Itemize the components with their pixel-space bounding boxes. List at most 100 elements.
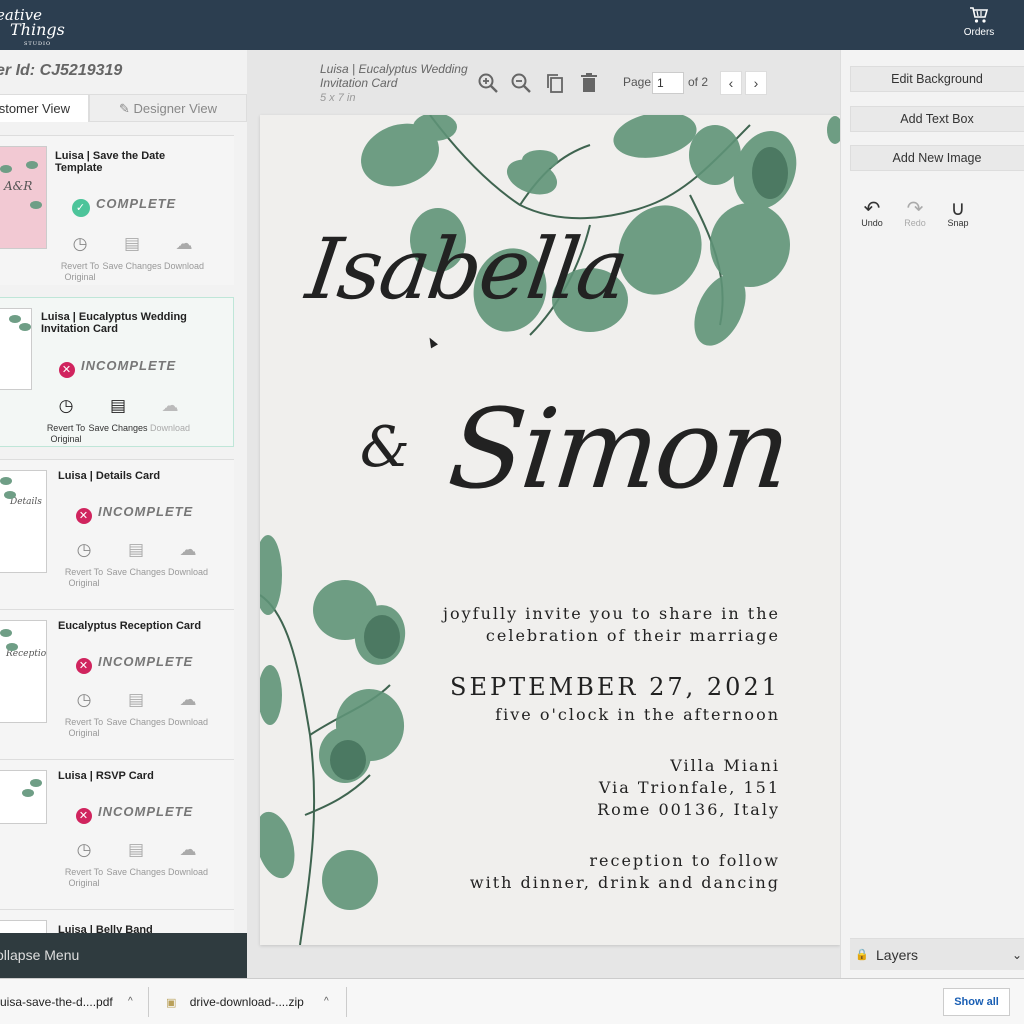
layers-panel-toggle[interactable]: 🔒 Layers ⌄ bbox=[850, 938, 1024, 970]
ampersand[interactable]: & bbox=[360, 415, 410, 480]
card-actions: ◷ Revert To Original ▤ Save Changes ☁ Downl… bbox=[49, 691, 229, 744]
logo-line-2: Things bbox=[10, 20, 65, 39]
divider bbox=[346, 987, 347, 1017]
snap-label: Snap bbox=[947, 218, 969, 228]
page-number-input[interactable] bbox=[652, 72, 684, 94]
venue-street[interactable]: Via Trionfale, 151 bbox=[599, 778, 780, 797]
bride-name[interactable]: Isabella bbox=[301, 220, 632, 318]
revert-label: Revert To Original bbox=[64, 717, 104, 738]
redo-button[interactable]: ↷ Redo bbox=[900, 196, 930, 228]
card-item-active[interactable]: Luisa | Eucalyptus Wedding Invitation Ca… bbox=[0, 297, 234, 447]
edit-background-button[interactable]: Edit Background bbox=[850, 66, 1024, 92]
download-button[interactable]: ☁ Download bbox=[153, 691, 223, 728]
card-actions: ◷ Revert To Original ▤ Save Changes ☁ Downl… bbox=[49, 841, 229, 894]
download-item-zip[interactable]: ▣ drive-download-....zip ^ bbox=[166, 983, 347, 1021]
trash-icon bbox=[581, 73, 597, 92]
card-item[interactable]: Luisa | RSVP Card ✕ INCOMPLETE ◷ Revert To… bbox=[0, 759, 234, 909]
brand-logo[interactable]: eative Things STUDIO bbox=[0, 4, 70, 48]
download-label: Download bbox=[167, 717, 209, 727]
chevron-up-icon[interactable]: ^ bbox=[128, 983, 133, 1021]
downloads-bar: uisa-save-the-d....pdf ^ ▣ drive-downloa… bbox=[0, 978, 1024, 1024]
thumb-text: A&R bbox=[4, 179, 33, 193]
download-button[interactable]: ☁ Download bbox=[153, 540, 223, 578]
zoom-out-button[interactable] bbox=[510, 72, 534, 96]
add-new-image-button[interactable]: Add New Image bbox=[850, 145, 1024, 171]
tab-customer-view[interactable]: stomer View bbox=[0, 94, 89, 122]
editor-canvas-area: Luisa | Eucalyptus Wedding Invitation Ca… bbox=[247, 50, 840, 978]
zoom-in-icon bbox=[478, 73, 498, 93]
invite-line-1[interactable]: joyfully invite you to share in the bbox=[443, 604, 780, 623]
download-label: Download bbox=[149, 423, 191, 433]
download-label: Download bbox=[167, 867, 209, 877]
reception-line-1[interactable]: reception to follow bbox=[589, 851, 780, 870]
card-thumbnail: Reception bbox=[0, 620, 47, 723]
prev-page-button[interactable]: ‹ bbox=[720, 71, 742, 95]
show-all-downloads-button[interactable]: Show all bbox=[943, 988, 1010, 1016]
wedding-date[interactable]: SEPTEMBER 27, 2021 bbox=[450, 673, 780, 701]
view-tabs: stomer View ✎ Designer View bbox=[0, 94, 247, 122]
check-icon: ✓ bbox=[72, 199, 90, 217]
invite-line-2[interactable]: celebration of their marriage bbox=[486, 626, 780, 645]
file-icon: ▣ bbox=[166, 997, 177, 1009]
venue-name[interactable]: Villa Miani bbox=[670, 756, 780, 775]
reception-line-2[interactable]: with dinner, drink and dancing bbox=[470, 873, 780, 892]
duplicate-button[interactable] bbox=[544, 72, 568, 96]
status-badge: ✕ INCOMPLETE bbox=[76, 804, 193, 824]
status-badge: ✕ INCOMPLETE bbox=[59, 358, 176, 378]
leaf-decoration bbox=[6, 643, 18, 651]
tab-designer-view[interactable]: ✎ Designer View bbox=[89, 94, 247, 122]
download-button[interactable]: ☁ Download bbox=[149, 234, 219, 272]
download-button[interactable]: ☁ Download bbox=[153, 841, 223, 878]
top-bar: eative Things STUDIO Orders bbox=[0, 0, 1024, 50]
divider bbox=[148, 987, 149, 1017]
card-item[interactable]: Reception Eucalyptus Reception Card ✕ INC… bbox=[0, 609, 234, 759]
orders-button[interactable]: Orders bbox=[956, 4, 1002, 46]
chevron-up-icon[interactable]: ^ bbox=[324, 983, 329, 1021]
chevron-down-icon: ⌄ bbox=[1012, 948, 1023, 962]
download-item-pdf[interactable]: uisa-save-the-d....pdf ^ bbox=[0, 983, 150, 1021]
collapse-menu-button[interactable]: ollapse Menu bbox=[0, 933, 247, 978]
thumb-text: Details bbox=[10, 497, 42, 507]
add-text-box-button[interactable]: Add Text Box bbox=[850, 106, 1024, 132]
leaf-decoration bbox=[26, 161, 38, 169]
zoom-out-icon bbox=[511, 73, 531, 93]
card-item[interactable]: Details Luisa | Details Card ✕ INCOMPLETE… bbox=[0, 459, 234, 609]
x-icon: ✕ bbox=[76, 658, 92, 674]
card-actions: ◷ Revert To Original ▤ Save Changes ☁ Downl… bbox=[49, 540, 229, 594]
wedding-time[interactable]: five o'clock in the afternoon bbox=[495, 705, 780, 724]
card-thumbnail bbox=[0, 308, 32, 390]
groom-name[interactable]: Simon bbox=[443, 385, 793, 513]
card-item[interactable]: Luisa | Belly Band bbox=[0, 909, 234, 935]
undo-button[interactable]: ↶ Undo bbox=[857, 196, 887, 228]
card-list: A&R Luisa | Save the Date Template ✓ COMP… bbox=[0, 135, 234, 935]
invitation-card-canvas[interactable]: Isabella & Simon joyfully invite you to … bbox=[260, 115, 840, 945]
lock-icon: 🔒 bbox=[855, 949, 869, 961]
leaf-decoration bbox=[30, 779, 42, 787]
status-text: INCOMPLETE bbox=[98, 654, 194, 669]
cloud-download-icon: ☁ bbox=[175, 234, 193, 253]
orders-label: Orders bbox=[963, 27, 995, 38]
page-label: Page bbox=[623, 75, 652, 89]
leaf-decoration bbox=[4, 491, 16, 499]
right-panel: Edit Background Add Text Box Add New Ima… bbox=[840, 50, 1024, 978]
delete-button[interactable] bbox=[578, 72, 602, 96]
leaf-decoration bbox=[0, 477, 12, 485]
next-page-button[interactable]: › bbox=[745, 71, 767, 95]
venue-city[interactable]: Rome 00136, Italy bbox=[597, 800, 780, 819]
leaf-decoration bbox=[0, 165, 12, 173]
leaf-decoration bbox=[30, 201, 42, 209]
zoom-in-button[interactable] bbox=[477, 72, 501, 96]
undo-icon: ↶ bbox=[863, 198, 881, 220]
x-icon: ✕ bbox=[76, 808, 92, 824]
card-actions: ◷ Revert To Original ▤ Save Changes ☁ Downl… bbox=[31, 397, 211, 450]
download-label: Download bbox=[163, 261, 205, 271]
download-button[interactable]: ☁ Download bbox=[135, 397, 205, 434]
left-sidebar: er Id: CJ5219319 stomer View ✎ Designer … bbox=[0, 50, 247, 978]
card-thumbnail: Details bbox=[0, 470, 47, 573]
leaf-decoration bbox=[0, 629, 12, 637]
card-item[interactable]: A&R Luisa | Save the Date Template ✓ COMP… bbox=[0, 135, 234, 285]
cloud-download-icon: ☁ bbox=[179, 540, 197, 559]
redo-label: Redo bbox=[904, 218, 926, 228]
snap-button[interactable]: ∪ Snap bbox=[943, 196, 973, 228]
collapse-label: ollapse Menu bbox=[0, 947, 80, 963]
